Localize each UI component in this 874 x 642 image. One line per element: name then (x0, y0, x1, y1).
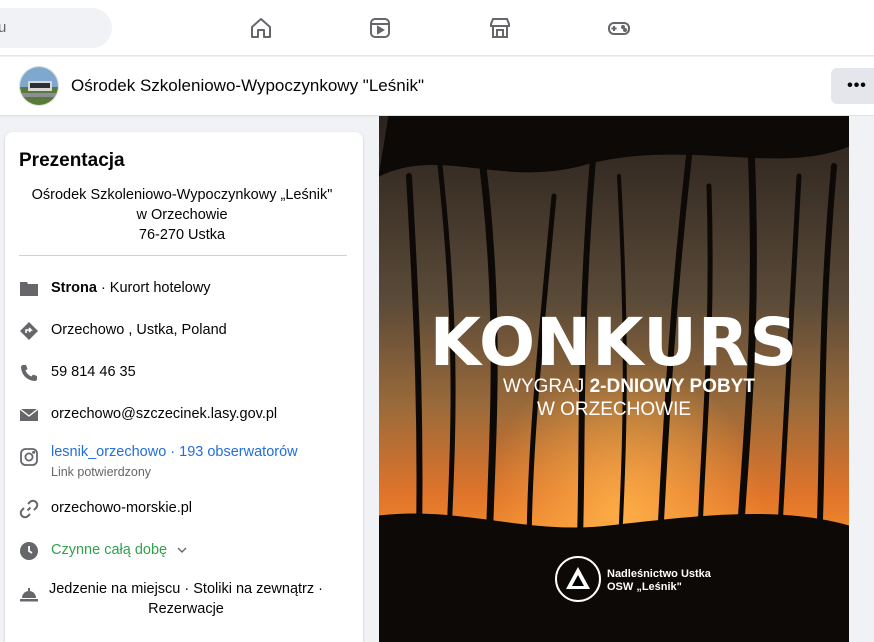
contest-subtitle: WYGRAJ 2-DNIOWY POBYT (503, 376, 755, 397)
page-avatar[interactable] (19, 66, 59, 106)
phone-icon (19, 363, 39, 383)
clock-icon (19, 541, 39, 561)
divider (19, 255, 347, 256)
intro-card: Prezentacja Ośrodek Szkoleniowo-Wypoczyn… (5, 132, 363, 642)
contest-headline: KONKURS (429, 304, 799, 381)
directions-icon (19, 321, 39, 341)
search-input[interactable]: u (0, 8, 112, 48)
contest-location: W ORZECHOWIE (536, 399, 692, 420)
bio-line: 76-270 Ustka (138, 227, 226, 243)
instagram-verified-text: Link potwierdzony (51, 465, 152, 479)
page-header: Ośrodek Szkoleniowo-Wypoczynkowy "Leśnik… (0, 57, 874, 115)
services-line: Rezerwacje (148, 601, 224, 617)
organizer-text: Nadleśnictwo Ustka OSW „Leśnik" (607, 568, 711, 593)
page-title: Ośrodek Szkoleniowo-Wypoczynkowy "Leśnik… (71, 76, 424, 95)
address-text[interactable]: Orzechowo , Ustka, Poland (51, 322, 227, 338)
feed-background (849, 116, 874, 642)
hours-text[interactable]: Czynne całą dobę (51, 542, 187, 558)
flag-icon (19, 279, 39, 299)
marketplace-icon[interactable] (484, 12, 516, 44)
email-icon (19, 405, 39, 425)
bio-line: Ośrodek Szkoleniowo-Wypoczynkowy „Leśnik… (31, 187, 333, 203)
intro-title: Prezentacja (19, 150, 125, 171)
chevron-down-icon (177, 547, 187, 553)
home-icon[interactable] (245, 12, 277, 44)
category-value: · Kurort hotelowy (96, 280, 211, 296)
more-icon: ••• (847, 77, 867, 94)
gaming-icon[interactable] (603, 12, 635, 44)
lasy-panstwowe-logo-icon (555, 556, 601, 602)
more-options-button[interactable]: ••• (831, 68, 874, 104)
website-link[interactable]: orzechowo-morskie.pl (51, 500, 192, 516)
services-line: Jedzenie na miejscu · Stoliki na zewnątr… (48, 581, 323, 597)
video-icon[interactable] (364, 12, 396, 44)
bio-line: w Orzechowie (136, 207, 228, 223)
instagram-link[interactable]: lesnik_orzechowo · 193 obserwatorów (51, 444, 298, 460)
email-text[interactable]: orzechowo@szczecinek.lasy.gov.pl (51, 406, 277, 422)
intro-bio: Ośrodek Szkoleniowo-Wypoczynkowy „Leśnik… (5, 185, 359, 245)
top-navigation: u (0, 0, 874, 56)
instagram-icon (19, 447, 39, 467)
category-label: Strona (51, 280, 97, 296)
contest-post-image[interactable]: KONKURS WYGRAJ 2-DNIOWY POBYT W ORZECHOW… (379, 116, 849, 642)
link-icon (19, 499, 39, 519)
phone-text[interactable]: 59 814 46 35 (51, 364, 136, 380)
